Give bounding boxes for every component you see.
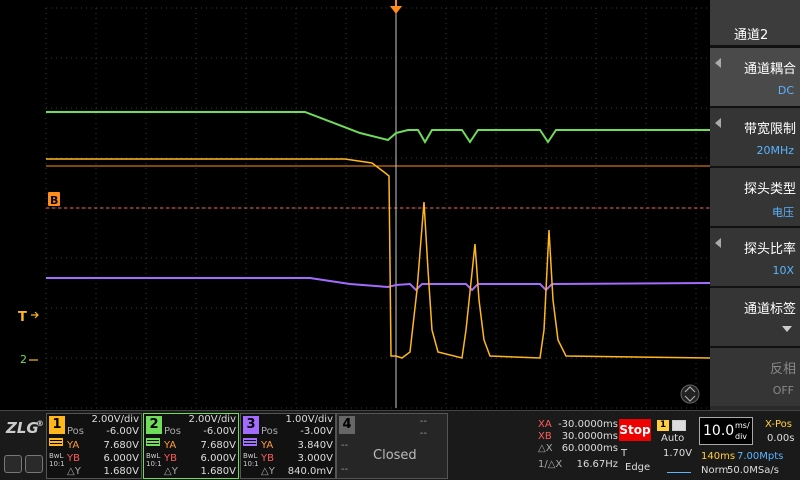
cursor-freq-value: 16.67Hz bbox=[576, 459, 618, 470]
trigger-mode-icon bbox=[672, 420, 686, 431]
menu-item-value: 20MHz bbox=[756, 144, 794, 157]
channel-2-trace bbox=[46, 111, 710, 144]
cursor-readout[interactable]: XA -30.0000ms XB 30.0000ms △X 60.0000ms 1/△… bbox=[536, 415, 618, 479]
trigger-panel[interactable]: Stop 1 Auto T 1.70V Edge bbox=[619, 415, 697, 479]
bwl-badge: BwL 10:1 bbox=[49, 452, 65, 468]
channel-2-panel[interactable]: 2 BwL 10:1 2.00V/div Pos -6.00V YA 7.680V … bbox=[143, 413, 239, 479]
menu-item-label: 探头比率 bbox=[743, 242, 796, 257]
trigger-level-label: T bbox=[621, 448, 628, 459]
channel-2-badge: 2 bbox=[146, 416, 162, 434]
dc-coupling-icon bbox=[243, 438, 257, 446]
waveform-display[interactable]: B T 2 bbox=[0, 0, 800, 410]
channel-1-panel[interactable]: 1 BwL 10:1 2.00V/div Pos -6.00V YA 7.680V … bbox=[46, 413, 142, 479]
cursor-xa-value: -30.0000ms bbox=[558, 419, 618, 430]
trigger-mode: Auto bbox=[661, 433, 685, 444]
channel-menu: 通道2 通道耦合 DC 带宽限制 20MHz 探头类型 电压 探头比率 10X … bbox=[710, 0, 800, 410]
cursor-xb-value: 30.0000ms bbox=[561, 431, 618, 442]
timebase-panel[interactable]: 10.0 ms/ div X-Pos 0.00s 140ms 7.00Mpts … bbox=[699, 415, 800, 479]
position-value: -6.00V bbox=[203, 426, 236, 437]
memory-time: 140ms bbox=[701, 451, 736, 462]
trigger-source-badge: 1 bbox=[657, 420, 669, 431]
position-value: -6.00V bbox=[106, 426, 139, 437]
magnifier-icon[interactable] bbox=[4, 455, 22, 473]
menu-item-coupling[interactable]: 通道耦合 DC bbox=[710, 46, 800, 106]
rising-edge-icon bbox=[667, 461, 691, 473]
trigger-type: Edge bbox=[625, 462, 651, 473]
channel-4-badge: 4 bbox=[339, 416, 355, 434]
menu-item-invert[interactable]: 反相 OFF bbox=[710, 346, 800, 406]
menu-item-value: 电压 bbox=[772, 206, 794, 219]
channel-1-badge: 1 bbox=[49, 416, 65, 434]
cursor-dx-value: 60.0000ms bbox=[561, 443, 618, 454]
menu-item-value: 10X bbox=[772, 264, 794, 277]
menu-item-probe-ratio[interactable]: 探头比率 10X bbox=[710, 226, 800, 286]
menu-item-probe-type[interactable]: 探头类型 电压 bbox=[710, 166, 800, 226]
cursor-ya-value: 7.680V bbox=[200, 440, 236, 451]
position-value: -3.00V bbox=[300, 426, 333, 437]
run-stop-button[interactable]: Stop bbox=[619, 419, 651, 441]
cursor-ya-value: 7.680V bbox=[103, 440, 139, 451]
sample-rate: 50.0MSa/s bbox=[727, 465, 779, 476]
channel-3-panel[interactable]: 3 BwL 10:1 1.00V/div Pos -3.00V YA 3.840V … bbox=[240, 413, 336, 479]
bwl-badge: BwL 10:1 bbox=[243, 452, 259, 468]
timebase-scale[interactable]: 10.0 ms/ div bbox=[699, 417, 753, 445]
b-cursor-label: B bbox=[50, 194, 58, 207]
cursor-dy-value: 840.0mV bbox=[287, 466, 333, 477]
menu-title: 通道2 bbox=[710, 0, 800, 46]
menu-item-value: OFF bbox=[772, 384, 794, 397]
channel-4-status: Closed bbox=[373, 448, 417, 463]
trigger-level: 1.70V bbox=[663, 448, 693, 459]
menu-item-label: 通道耦合 bbox=[743, 62, 796, 77]
brand-logo: ZLG ® bbox=[6, 419, 44, 437]
dc-coupling-icon bbox=[49, 438, 63, 446]
dropdown-icon bbox=[782, 326, 792, 332]
volts-per-div: 1.00V/div bbox=[285, 414, 333, 425]
trigger-level-arrow-icon bbox=[31, 311, 39, 319]
bwl-badge: BwL 10:1 bbox=[146, 452, 162, 468]
xpos-label: X-Pos bbox=[765, 419, 792, 430]
display-icon[interactable] bbox=[25, 455, 43, 473]
volts-per-div: 2.00V/div bbox=[91, 414, 139, 425]
xpos-value: 0.00s bbox=[767, 433, 795, 444]
menu-item-label: 反相 bbox=[769, 362, 796, 377]
trigger-position-marker bbox=[390, 6, 402, 14]
left-arrow-icon bbox=[715, 58, 721, 68]
left-arrow-icon bbox=[715, 118, 721, 128]
menu-item-label: 带宽限制 bbox=[743, 122, 796, 137]
memory-points: 7.00Mpts bbox=[737, 451, 784, 462]
channel-2-ground-label: 2 bbox=[20, 353, 27, 366]
dc-coupling-icon bbox=[146, 438, 160, 446]
waveform-canvas: B T 2 bbox=[18, 0, 710, 409]
trigger-level-marker-label: T bbox=[18, 310, 27, 325]
cursor-yb-value: 6.000V bbox=[200, 453, 236, 464]
cursor-yb-value: 3.000V bbox=[297, 453, 333, 464]
cursor-ya-value: 3.840V bbox=[297, 440, 333, 451]
menu-item-label: 探头类型 bbox=[743, 182, 796, 197]
channel-4-panel[interactable]: 4 -- -- -- -- Closed bbox=[336, 413, 448, 479]
menu-item-label: 通道标签 bbox=[743, 302, 796, 317]
volts-per-div: 2.00V/div bbox=[188, 414, 236, 425]
channel-3-badge: 3 bbox=[243, 416, 259, 434]
left-arrow-icon bbox=[715, 238, 721, 248]
cursor-dy-value: 1.680V bbox=[103, 466, 139, 477]
acquisition-mode: Norm bbox=[701, 465, 729, 476]
menu-item-channel-label[interactable]: 通道标签 bbox=[710, 286, 800, 346]
menu-item-value: DC bbox=[777, 84, 794, 97]
menu-item-bandwidth[interactable]: 带宽限制 20MHz bbox=[710, 106, 800, 166]
cursor-dy-value: 1.680V bbox=[200, 466, 236, 477]
cursor-yb-value: 6.000V bbox=[103, 453, 139, 464]
status-bar: ZLG ® 1 BwL 10:1 2.00V/div Pos -6.00V YA 7… bbox=[0, 410, 800, 480]
